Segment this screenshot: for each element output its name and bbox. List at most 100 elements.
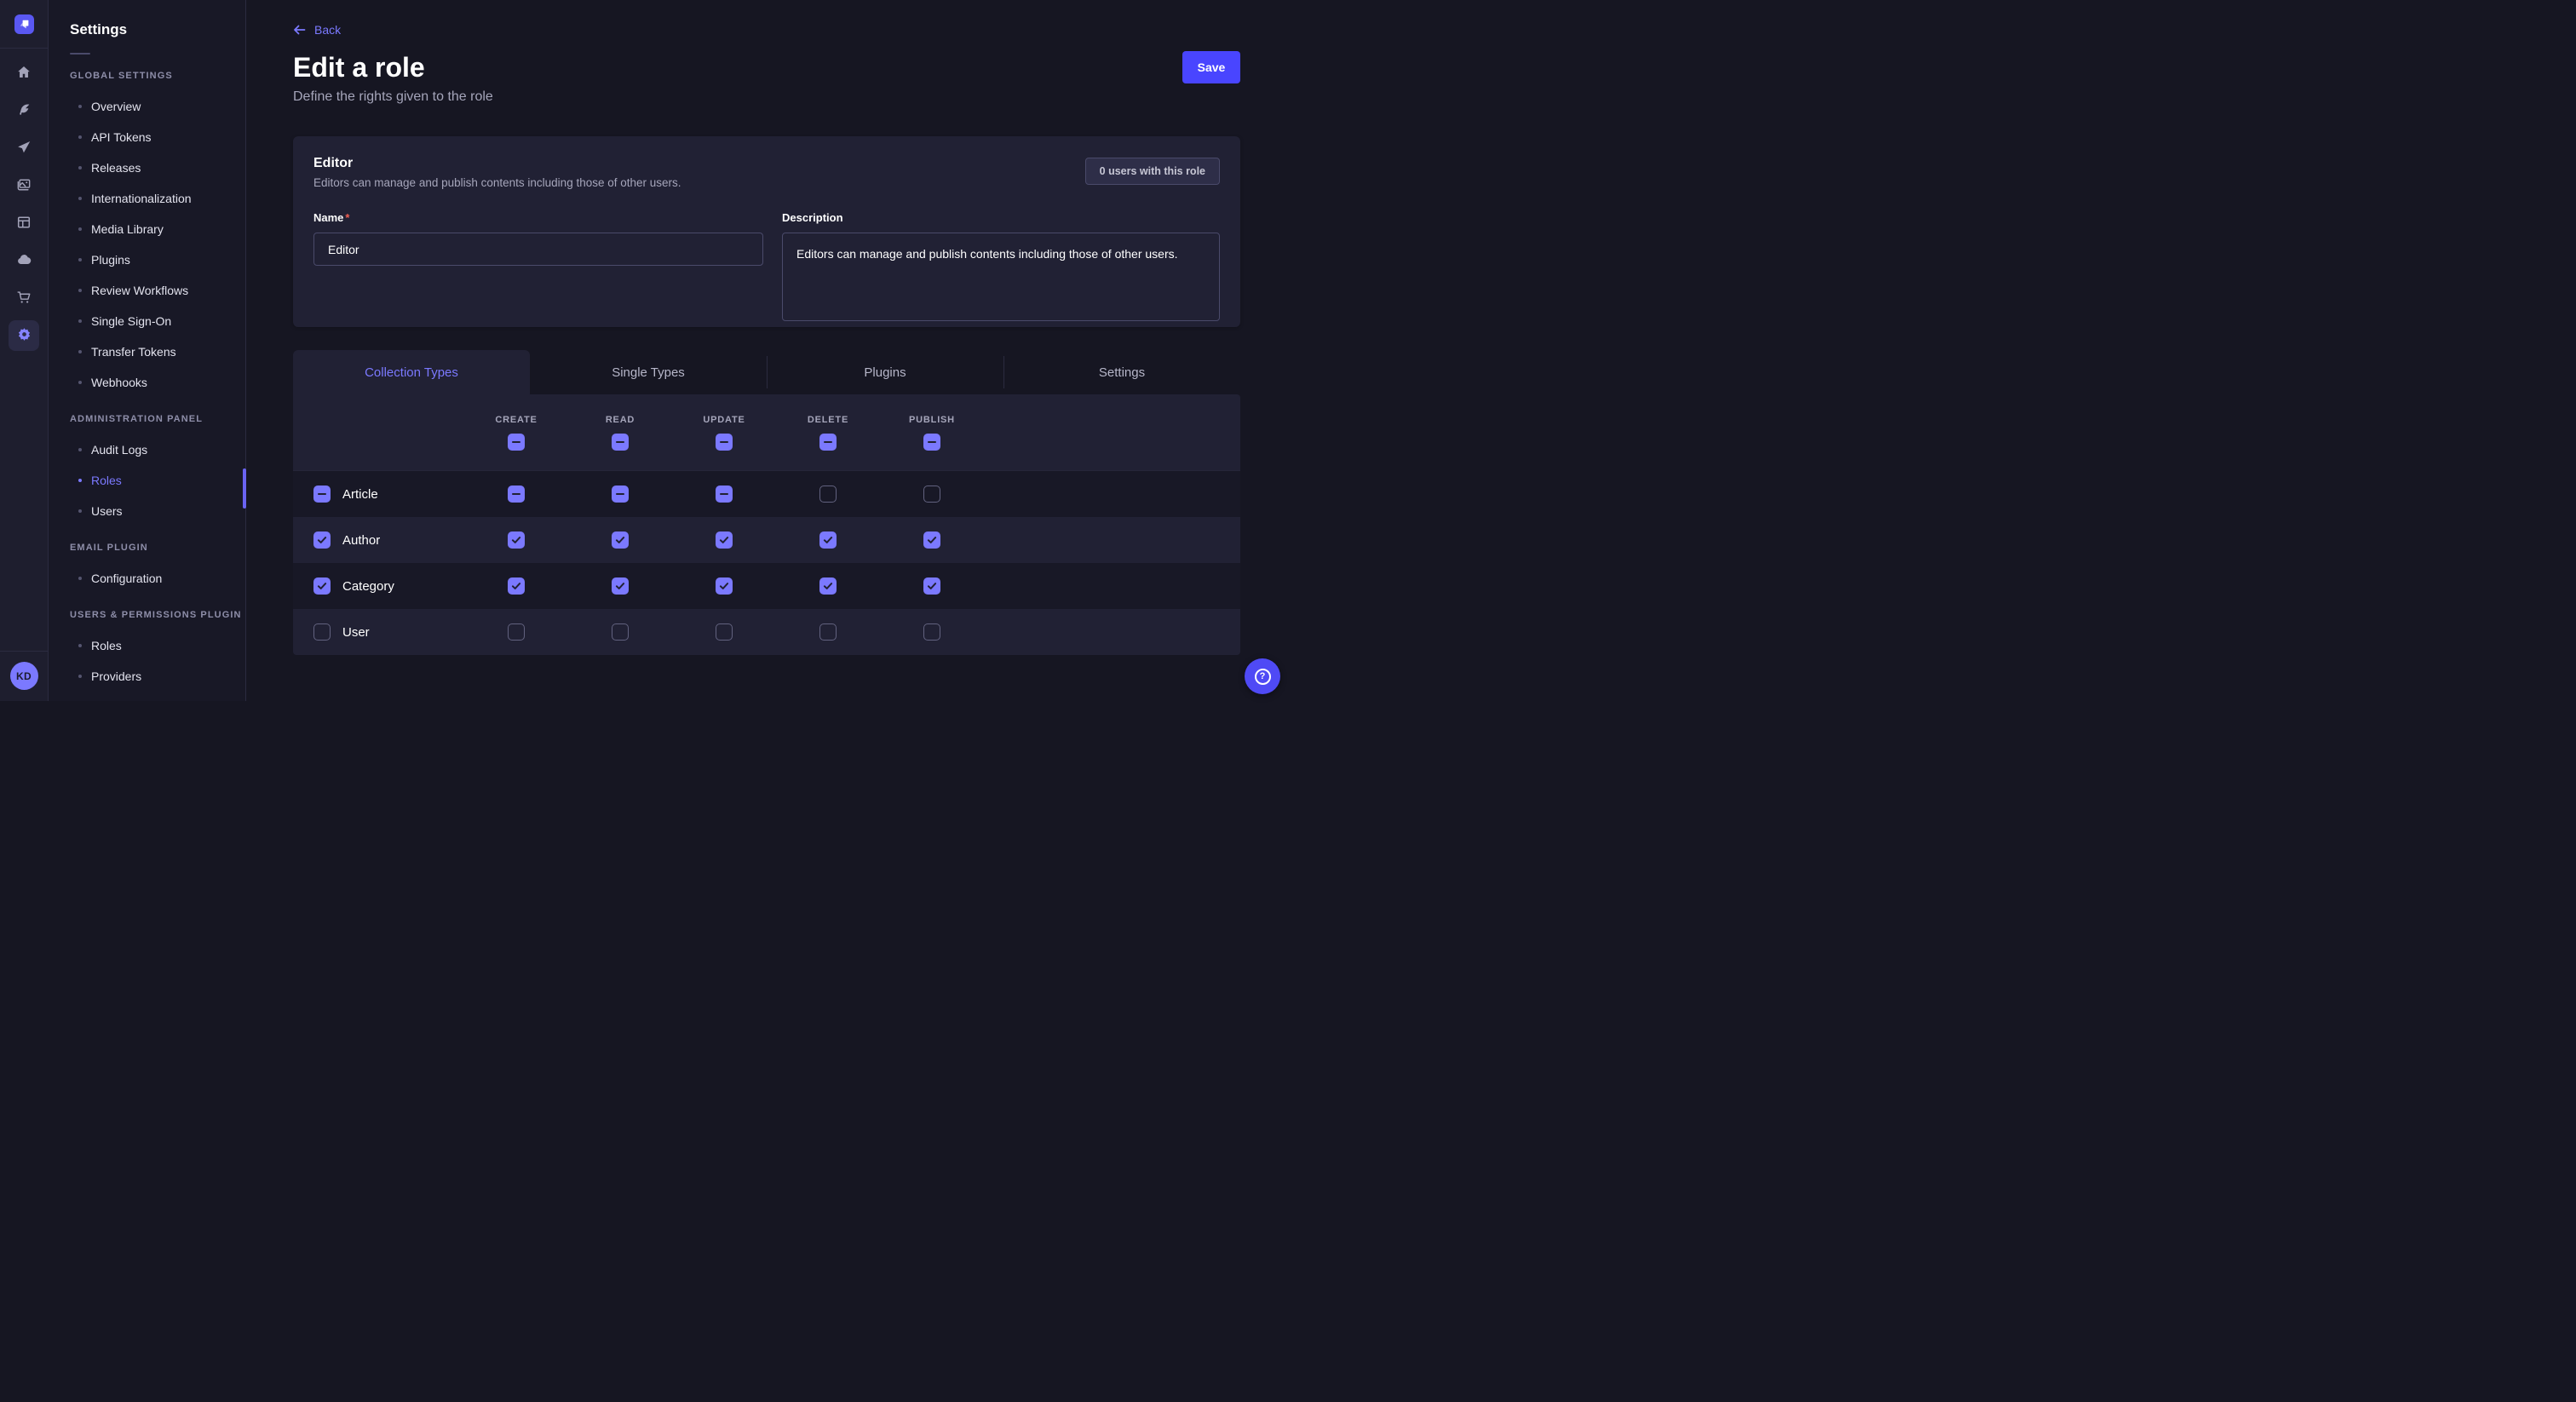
sidebar-item-overview[interactable]: Overview [49, 91, 245, 122]
master-checkbox-create[interactable] [508, 434, 525, 451]
checkbox-author-read[interactable] [612, 531, 629, 549]
feather-icon [16, 102, 32, 120]
sidebar-item-media-library[interactable]: Media Library [49, 214, 245, 244]
column-header-label: PUBLISH [909, 415, 955, 425]
rail-item-home[interactable] [9, 58, 39, 89]
cell-article-read [612, 486, 629, 503]
checkbox-author-delete[interactable] [819, 531, 837, 549]
checkbox-category-update[interactable] [716, 577, 733, 595]
column-header-publish: PUBLISH [880, 394, 984, 470]
master-checkbox-update[interactable] [716, 434, 733, 451]
checkbox-article-read[interactable] [612, 486, 629, 503]
tab-plugins[interactable]: Plugins [767, 350, 1003, 394]
check-icon [927, 581, 937, 591]
users-with-role-button[interactable]: 0 users with this role [1085, 158, 1220, 185]
name-input[interactable] [313, 233, 763, 266]
checkbox-author-update[interactable] [716, 531, 733, 549]
back-arrow-icon [293, 23, 307, 37]
save-button[interactable]: Save [1182, 51, 1240, 83]
cell-user-publish [923, 623, 940, 641]
cell-author-update [716, 531, 733, 549]
role-details-card: Editor Editors can manage and publish co… [293, 136, 1240, 327]
indeterminate-dash-icon [720, 441, 728, 444]
main-nav-rail: KD [0, 0, 49, 701]
sidebar-item-webhooks[interactable]: Webhooks [49, 367, 245, 398]
master-checkbox-read[interactable] [612, 434, 629, 451]
indeterminate-dash-icon [318, 493, 326, 496]
sidebar-item-api-tokens[interactable]: API Tokens [49, 122, 245, 152]
permission-row-author: Author [293, 517, 1240, 563]
sidebar-item-plugins[interactable]: Plugins [49, 244, 245, 275]
checkbox-category-read[interactable] [612, 577, 629, 595]
sidebar-section-2: EMAIL PLUGINConfiguration [49, 542, 245, 594]
sidebar-item-internationalization[interactable]: Internationalization [49, 183, 245, 214]
sidebar-item-configuration[interactable]: Configuration [49, 563, 245, 594]
permissions-rows: ArticleAuthorCategoryUser [293, 471, 1240, 655]
sidebar-item-releases[interactable]: Releases [49, 152, 245, 183]
row-checkbox-article[interactable] [313, 486, 331, 503]
back-link[interactable]: Back [293, 22, 341, 37]
cell-article-publish [923, 486, 940, 503]
checkbox-user-update[interactable] [716, 623, 733, 641]
header-spacer [293, 394, 464, 470]
checkbox-article-publish[interactable] [923, 486, 940, 503]
checkbox-user-read[interactable] [612, 623, 629, 641]
strapi-admin-app: KD Settings GLOBAL SETTINGS OverviewAPI T… [0, 0, 1288, 701]
checkbox-article-delete[interactable] [819, 486, 837, 503]
checkbox-category-publish[interactable] [923, 577, 940, 595]
rail-item-media-library[interactable] [9, 170, 39, 201]
rail-item-content-manager[interactable] [9, 95, 39, 126]
row-checkbox-user[interactable] [313, 623, 331, 641]
sidebar-item-audit-logs[interactable]: Audit Logs [49, 434, 245, 465]
row-checkbox-author[interactable] [313, 531, 331, 549]
tab-collection-types[interactable]: Collection Types [293, 350, 530, 394]
row-checkbox-category[interactable] [313, 577, 331, 595]
sidebar-item-roles[interactable]: Roles [49, 465, 245, 496]
sidebar-section-1: ADMINISTRATION PANEL Audit Logs RolesUsers [49, 413, 245, 526]
check-icon [615, 535, 625, 545]
sidebar-section-label: ADMINISTRATION PANEL [70, 413, 224, 425]
cart-icon [16, 290, 32, 307]
sidebar-section-items: RolesProviders [49, 630, 245, 692]
question-mark-icon: ? [1255, 669, 1271, 685]
master-checkbox-delete[interactable] [819, 434, 837, 451]
sidebar-item-review-workflows[interactable]: Review Workflows [49, 275, 245, 306]
checkbox-user-create[interactable] [508, 623, 525, 641]
sidebar-item-transfer-tokens[interactable]: Transfer Tokens [49, 336, 245, 367]
checkbox-author-create[interactable] [508, 531, 525, 549]
sidebar-item-single-sign-on[interactable]: Single Sign-On [49, 306, 245, 336]
checkbox-category-delete[interactable] [819, 577, 837, 595]
tab-settings[interactable]: Settings [1003, 350, 1240, 394]
sidebar-item-providers[interactable]: Providers [49, 661, 245, 692]
sidebar-item-users[interactable]: Users [49, 496, 245, 526]
checkbox-author-publish[interactable] [923, 531, 940, 549]
checkbox-article-update[interactable] [716, 486, 733, 503]
permissions-panel: CREATEREADUPDATEDELETEPUBLISH ArticleAut… [293, 394, 1240, 655]
bullet-icon [78, 381, 82, 384]
rail-item-content-type-builder[interactable] [9, 208, 39, 238]
avatar[interactable]: KD [10, 662, 38, 690]
rail-item-deploy[interactable] [9, 245, 39, 276]
cell-article-create [508, 486, 525, 503]
help-button[interactable]: ? [1245, 658, 1280, 694]
description-textarea[interactable] [782, 233, 1220, 321]
rail-item-releases[interactable] [9, 133, 39, 164]
checkbox-category-create[interactable] [508, 577, 525, 595]
sidebar-item-roles[interactable]: Roles [49, 630, 245, 661]
checkbox-user-publish[interactable] [923, 623, 940, 641]
checkbox-user-delete[interactable] [819, 623, 837, 641]
tab-single-types[interactable]: Single Types [530, 350, 767, 394]
master-checkbox-publish[interactable] [923, 434, 940, 451]
rail-item-settings[interactable] [9, 320, 39, 351]
column-header-update: UPDATE [672, 394, 776, 470]
sidebar-section-label: GLOBAL SETTINGS [70, 70, 224, 82]
rail-item-marketplace[interactable] [9, 283, 39, 313]
checkbox-article-create[interactable] [508, 486, 525, 503]
sidebar-item-label: Audit Logs [91, 443, 147, 457]
sidebar-title: Settings [70, 20, 245, 39]
row-label-cell: Article [293, 486, 464, 503]
strapi-logo[interactable] [14, 14, 34, 34]
cell-user-read [612, 623, 629, 641]
cell-category-create [508, 577, 525, 595]
bullet-icon [78, 258, 82, 261]
